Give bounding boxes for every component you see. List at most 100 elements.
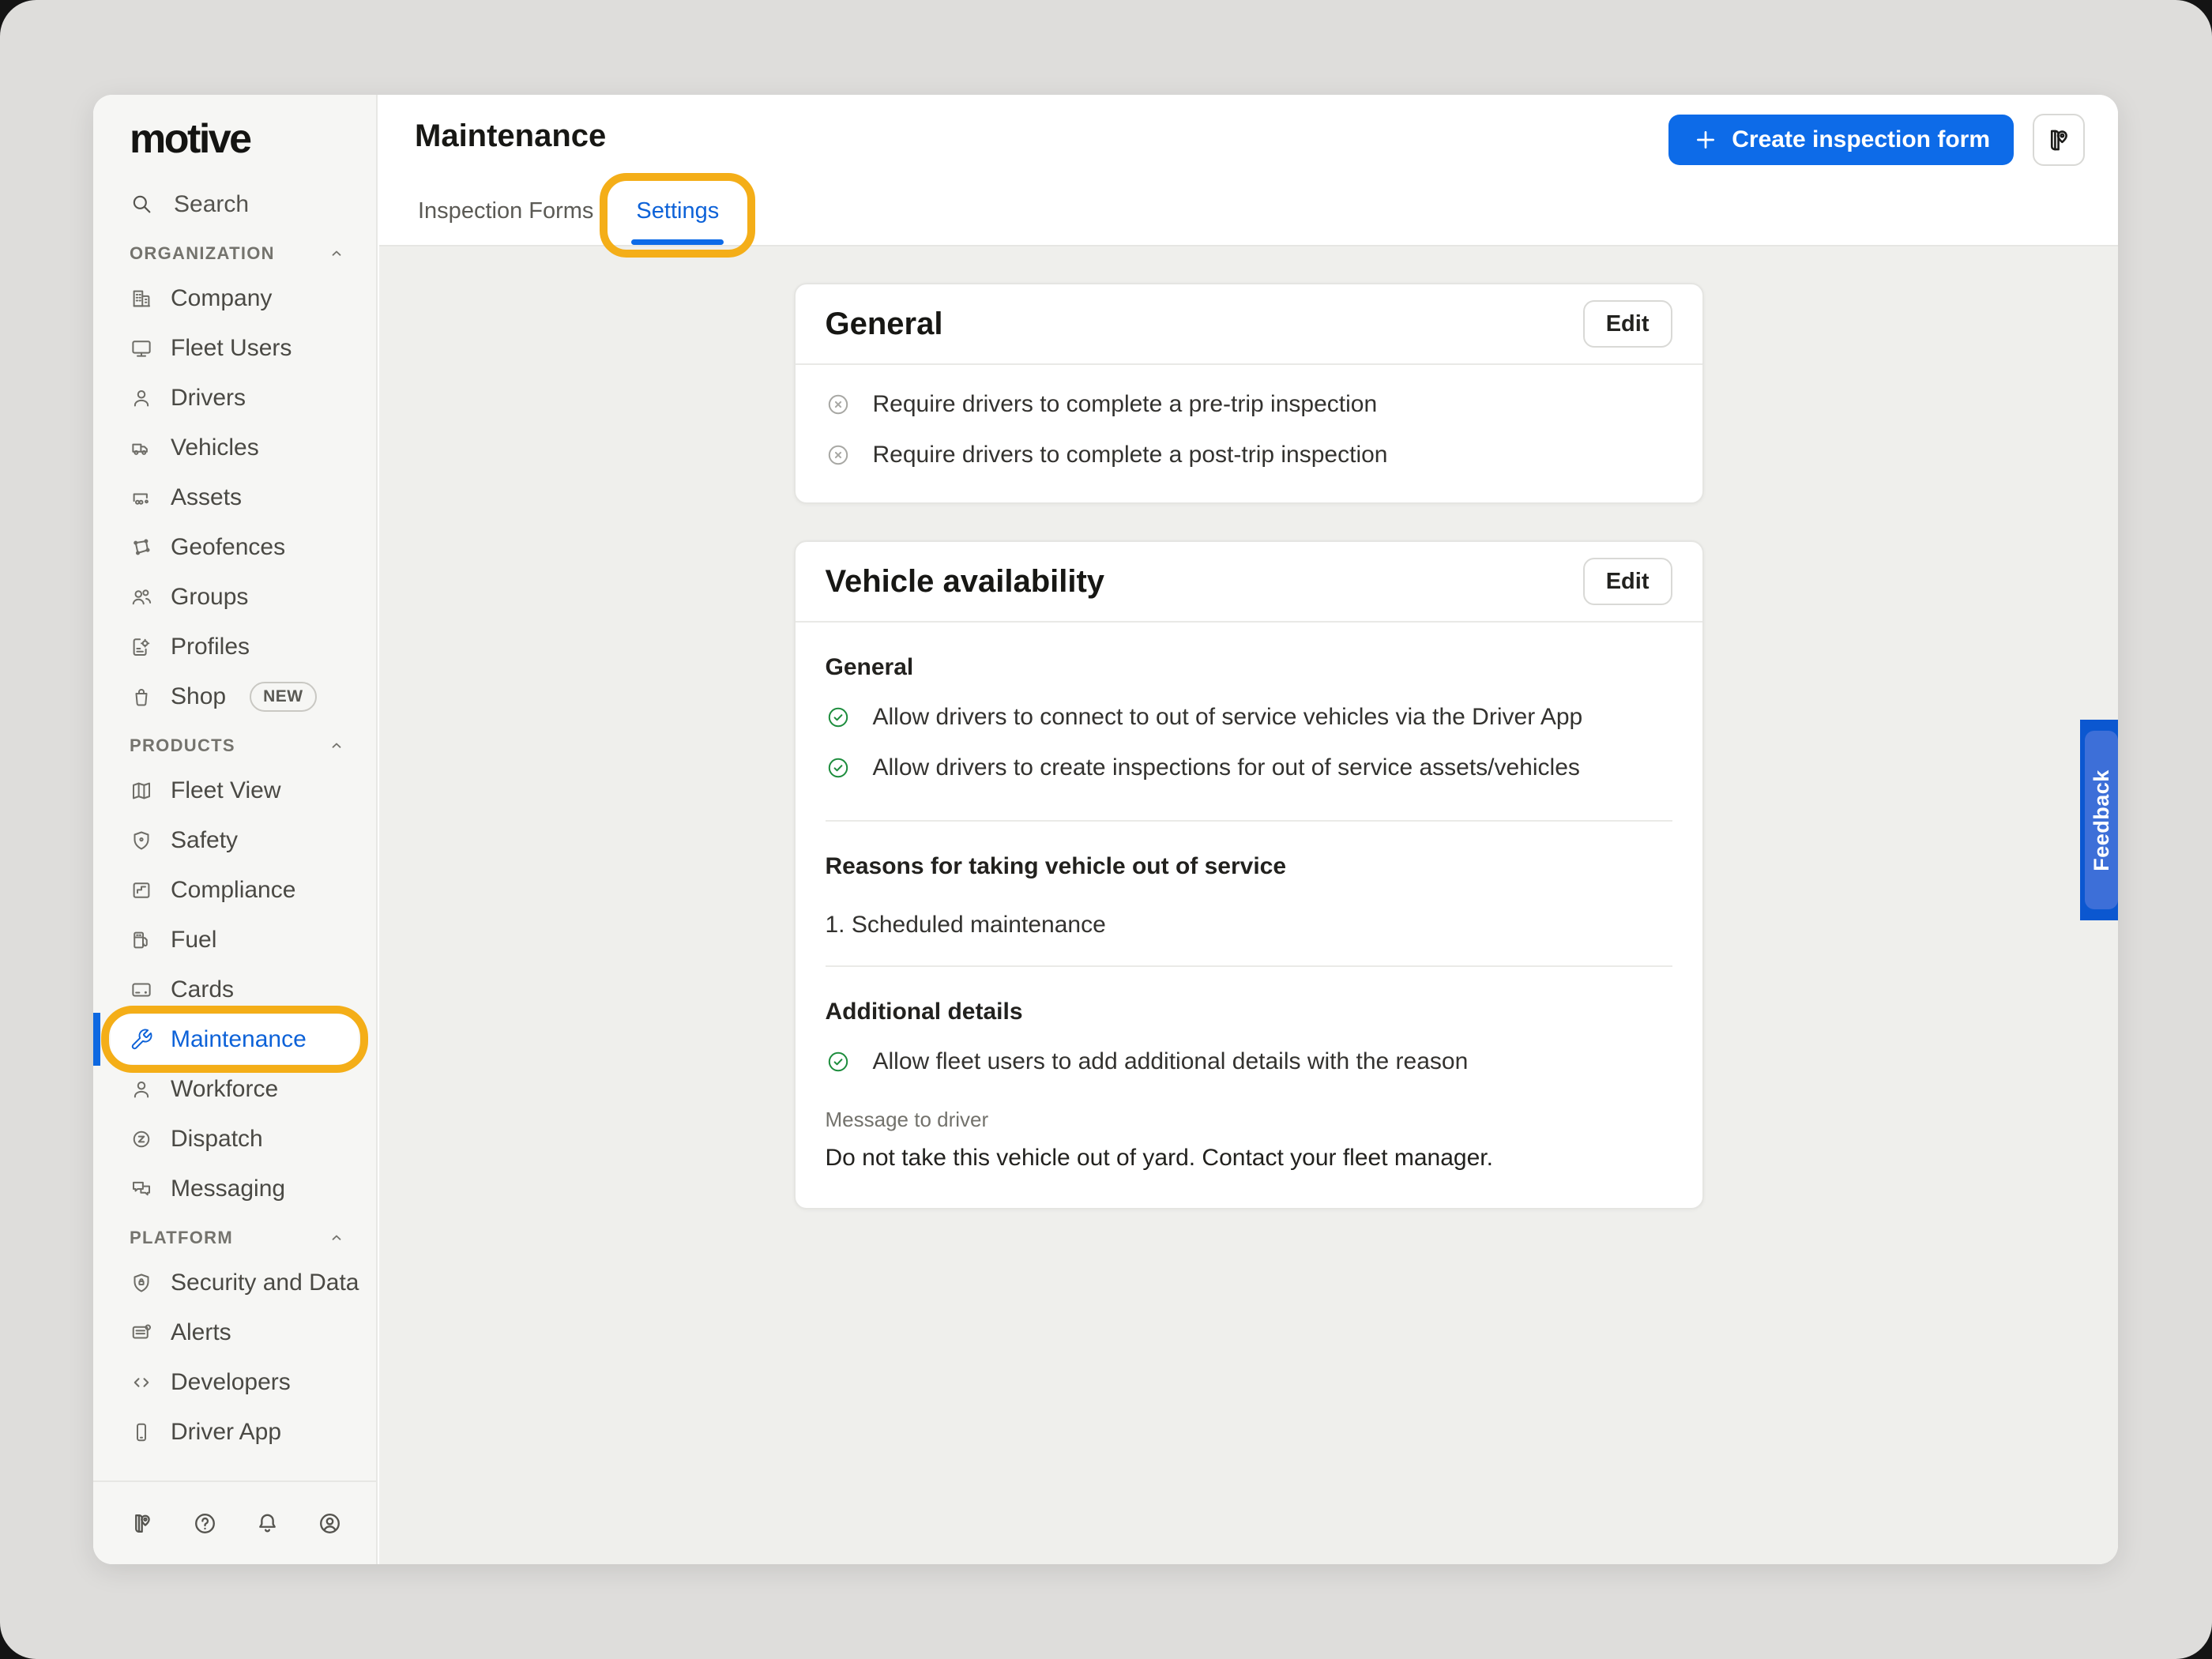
sidebar-item-profiles[interactable]: Profiles [93,622,376,672]
wrench-icon [130,1028,153,1051]
guide-icon [130,1510,156,1537]
sidebar-item-messaging[interactable]: Messaging [93,1164,376,1213]
circle-x-icon [826,392,851,417]
tab-settings[interactable]: Settings [633,198,722,245]
sidebar-item-security-and-data[interactable]: Security and Data [93,1258,376,1307]
compliance-icon [130,878,153,902]
map-icon [130,779,153,803]
setting-row: Allow drivers to create inspections for … [826,743,1672,793]
circle-check-icon [826,705,851,730]
bell-button[interactable] [254,1510,280,1537]
help-icon [192,1510,218,1537]
geofence-icon [130,536,153,559]
sidebar-item-label: Messaging [171,1176,285,1202]
circle-x-icon [826,442,851,468]
page-title: Maintenance [415,118,606,154]
page-header: Maintenance Inspection Forms Settings Cre… [379,95,2118,245]
sidebar-item-fuel[interactable]: Fuel [93,915,376,965]
sidebar-item-drivers[interactable]: Drivers [93,373,376,423]
sidebar-item-label: Company [171,285,272,312]
document-gear-icon [130,635,153,659]
setting-row-label: Allow fleet users to add additional deta… [873,1048,1469,1075]
fuel-pump-icon [130,928,153,952]
sidebar-item-compliance[interactable]: Compliance [93,865,376,915]
building-icon [130,287,153,310]
sidebar-item-label: Workforce [171,1076,278,1103]
sidebar-item-label: Dispatch [171,1126,263,1153]
setting-row-label: Require drivers to complete a pre-trip i… [873,391,1378,418]
sidebar-item-maintenance[interactable]: Maintenance [111,1014,359,1064]
sidebar-section-products[interactable]: PRODUCTS [93,726,376,766]
circle-check-icon [826,755,851,781]
guide-button[interactable] [130,1510,156,1537]
guide-button[interactable] [2033,114,2085,166]
message-to-driver-label: Message to driver [826,1108,1672,1132]
sidebar-item-alerts[interactable]: Alerts [93,1307,376,1357]
sidebar-item-label: Fleet Users [171,335,292,362]
chevron-up-icon [327,244,346,263]
sidebar-section-organization[interactable]: ORGANIZATION [93,234,376,273]
setting-row-label: Require drivers to complete a post-trip … [873,442,1388,468]
account-button[interactable] [317,1510,343,1537]
help-button[interactable] [192,1510,218,1537]
chevron-up-icon [327,736,346,755]
sidebar-item-company[interactable]: Company [93,273,376,323]
sidebar-item-developers[interactable]: Developers [93,1357,376,1407]
main-area: Maintenance Inspection Forms Settings Cre… [379,95,2118,1564]
sidebar-item-label: Alerts [171,1319,231,1346]
sidebar-item-label: Driver App [171,1419,281,1446]
sidebar-item-label: Drivers [171,385,246,412]
setting-row-label: Allow drivers to create inspections for … [873,754,1580,781]
sidebar-item-safety[interactable]: Safety [93,815,376,865]
sidebar-item-cards[interactable]: Cards [93,965,376,1014]
credit-card-icon [130,978,153,1002]
general-card-body: Require drivers to complete a pre-trip i… [796,365,1702,502]
sidebar-search[interactable]: Search [130,191,249,218]
sidebar-item-assets[interactable]: Assets [93,472,376,522]
sidebar-item-label: Shop [171,683,226,710]
feedback-label: Feedback [2090,769,2114,871]
truck-icon [130,436,153,460]
shield-lock-icon [130,1271,153,1295]
dispatch-icon [130,1127,153,1151]
sidebar-item-workforce[interactable]: Workforce [93,1064,376,1114]
sidebar-item-driver-app[interactable]: Driver App [93,1407,376,1457]
smartphone-icon [130,1420,153,1444]
feedback-tab-inner: Feedback [2085,731,2118,909]
setting-row: Allow drivers to connect to out of servi… [826,692,1672,743]
setting-row: Require drivers to complete a pre-trip i… [826,379,1672,430]
vehicle-edit-button[interactable]: Edit [1583,558,1672,605]
sidebar-item-label: Geofences [171,534,285,561]
setting-row: Require drivers to complete a post-trip … [826,430,1672,480]
vehicle-card-title: Vehicle availability [826,564,1105,600]
sidebar-item-label: Fleet View [171,777,281,804]
alerts-icon [130,1321,153,1345]
sidebar-item-fleet-view[interactable]: Fleet View [93,766,376,815]
content-area: General Edit Require drivers to complete… [379,245,2118,1564]
sidebar-item-fleet-users[interactable]: Fleet Users [93,323,376,373]
sidebar-sections: ORGANIZATION Company Fleet Users Drivers Veh… [93,229,376,1457]
plus-icon [1692,126,1719,153]
sidebar-item-shop[interactable]: ShopNEW [93,672,376,721]
sidebar-item-dispatch[interactable]: Dispatch [93,1114,376,1164]
sidebar-section-platform[interactable]: PLATFORM [93,1218,376,1258]
sidebar-item-label: Safety [171,827,238,854]
sidebar-item-label: Groups [171,584,248,611]
sidebar-item-vehicles[interactable]: Vehicles [93,423,376,472]
reasons-heading: Reasons for taking vehicle out of servic… [826,853,1672,880]
general-edit-button[interactable]: Edit [1583,300,1672,348]
reason-item: 1. Scheduled maintenance [826,912,1672,939]
tab-inspection-forms[interactable]: Inspection Forms [415,198,596,245]
sidebar-item-groups[interactable]: Groups [93,572,376,622]
search-icon [130,192,155,217]
active-item-indicator [93,1013,100,1066]
setting-row-label: Allow drivers to connect to out of servi… [873,704,1583,731]
tab-label: Settings [636,198,719,224]
create-button-label: Create inspection form [1732,126,1990,153]
create-inspection-form-button[interactable]: Create inspection form [1668,115,2014,165]
divider [826,820,1672,822]
sidebar-item-geofences[interactable]: Geofences [93,522,376,572]
header-actions: Create inspection form [1668,114,2085,166]
chat-bubbles-icon [130,1177,153,1201]
feedback-tab[interactable]: Feedback [2080,720,2118,920]
